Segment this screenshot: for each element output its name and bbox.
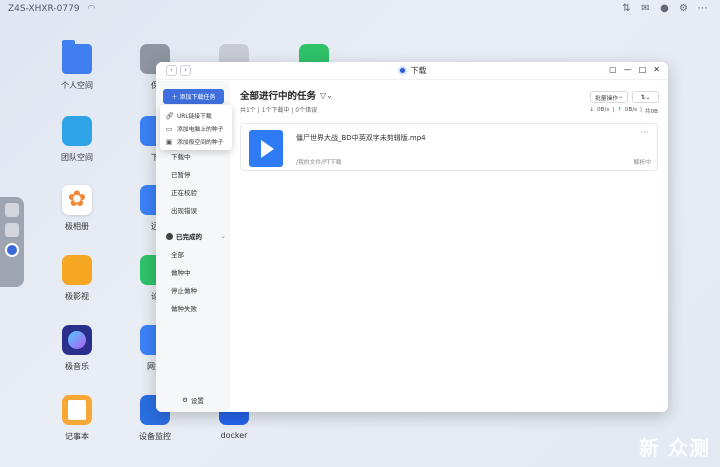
- back-button[interactable]: ‹: [166, 65, 177, 76]
- filter-icon[interactable]: ▽⌄: [320, 91, 333, 100]
- total-size: 共0B: [645, 109, 658, 115]
- message-icon[interactable]: ✉: [640, 3, 651, 14]
- main-title-row: 全部进行中的任务 ▽⌄: [240, 88, 333, 103]
- batch-label: 批量操作: [594, 95, 619, 102]
- app-team-space[interactable]: 团队空间: [42, 116, 112, 163]
- chevron-down-icon: ⌄: [220, 232, 226, 240]
- app-label: 极音乐: [65, 362, 89, 371]
- add-task-dropdown: 🔗︎ URL链接下载 ▭ 添加电脑上的种子 ▣ 添加极空间的种子: [160, 105, 232, 150]
- main-panel: 全部进行中的任务 ▽⌄ 共1个 | 1个下载中 | 0个错误 批量操作 ⌄ ⇅⌄…: [230, 81, 668, 412]
- window-title-wrap: 下载: [397, 65, 427, 76]
- forward-button[interactable]: ›: [180, 65, 191, 76]
- download-speed: 0B/s: [597, 107, 610, 113]
- task-file-path: /我的文件/PT下载: [296, 160, 342, 166]
- gear-icon: ⚙: [182, 396, 188, 404]
- computer-icon: ▭: [165, 124, 173, 133]
- music-icon: [62, 325, 92, 355]
- watermark: 新 众测: [639, 436, 710, 460]
- user-icon[interactable]: ●: [659, 3, 670, 14]
- left-dock: [0, 197, 24, 287]
- app-video[interactable]: 极影视: [42, 255, 112, 302]
- transfer-icon[interactable]: ⇅: [621, 3, 632, 14]
- window-title: 下载: [410, 66, 427, 75]
- window-controls: ▢ — □ ✕: [609, 65, 660, 74]
- top-icons: ⇅ ✉ ● ⚙ ⋯: [621, 3, 708, 14]
- window-titlebar: ‹ › 下载 ▢ — □ ✕: [156, 62, 668, 80]
- sidebar-completed-header[interactable]: 已完成的 ⌄: [166, 231, 226, 241]
- task-file-name: 僵尸世界大战_BD中英双字未剪辑版.mp4: [296, 134, 426, 142]
- dock-apps-icon[interactable]: [5, 223, 19, 237]
- page-title: 全部进行中的任务: [240, 91, 317, 102]
- batch-operation-button[interactable]: 批量操作 ⌄: [590, 91, 628, 103]
- sidebar-item-downloading[interactable]: 下载中: [171, 151, 191, 161]
- completed-header-label: 已完成的: [176, 233, 202, 241]
- link-icon: 🔗︎: [165, 111, 174, 120]
- task-card[interactable]: 僵尸世界大战_BD中英双字未剪辑版.mp4 /我的文件/PT下载 解析中 ⋯: [240, 123, 658, 171]
- more-icon[interactable]: ⋯: [697, 3, 708, 14]
- dock-desktop-icon[interactable]: [5, 203, 19, 217]
- top-bar: Z4S-XHXR-0779 ◠ ⇅ ✉ ● ⚙ ⋯: [0, 0, 720, 18]
- settings-icon[interactable]: ⚙: [678, 3, 689, 14]
- close-button[interactable]: ✕: [653, 65, 660, 74]
- sidebar-item-error[interactable]: 出现错误: [171, 205, 197, 215]
- settings-label: 设置: [190, 397, 204, 405]
- sidebar-item-seeding[interactable]: 做种中: [171, 267, 191, 277]
- download-logo-icon: [397, 66, 407, 75]
- app-label: 极相册: [65, 222, 89, 231]
- dock-download-icon[interactable]: [5, 243, 19, 257]
- video-file-icon: [249, 130, 283, 167]
- storage-icon: ▣: [165, 137, 173, 146]
- app-notepad[interactable]: 记事本: [42, 395, 112, 442]
- sidebar-item-seed-failed[interactable]: 做种失败: [171, 303, 197, 313]
- folder-icon: [62, 40, 92, 74]
- plus-icon: ＋: [171, 94, 178, 101]
- minimize-button[interactable]: —: [624, 65, 632, 74]
- sidebar-item-stop-seeding[interactable]: 停止做种: [171, 285, 197, 295]
- menu-item-label: 添加极空间的种子: [177, 140, 224, 146]
- app-label: 团队空间: [61, 153, 93, 162]
- device-name: Z4S-XHXR-0779: [8, 4, 80, 14]
- app-music[interactable]: 极音乐: [42, 325, 112, 372]
- sidebar-item-paused[interactable]: 已暂停: [171, 169, 191, 179]
- upload-arrow-icon: ↑: [617, 107, 622, 113]
- chevron-down-icon: ⌄: [618, 94, 624, 100]
- menu-item-label: 添加电脑上的种子: [177, 127, 224, 133]
- sort-button[interactable]: ⇅⌄: [632, 91, 659, 103]
- app-personal-space[interactable]: 个人空间: [42, 40, 112, 91]
- team-icon: [62, 116, 92, 146]
- menu-item-local-torrent[interactable]: ▭ 添加电脑上的种子: [160, 122, 232, 135]
- app-label: 设备监控: [139, 432, 171, 441]
- download-window: ‹ › 下载 ▢ — □ ✕ ＋ 添加下载任务 下载中 已暂停 正在校验 出现错…: [156, 62, 668, 412]
- app-label: 极影视: [65, 292, 89, 301]
- video-icon: [62, 255, 92, 285]
- sort-icon: ⇅⌄: [640, 93, 651, 101]
- sidebar-item-all[interactable]: 全部: [171, 249, 184, 259]
- maximize-button[interactable]: □: [639, 65, 647, 74]
- add-download-button[interactable]: ＋ 添加下载任务: [163, 89, 224, 104]
- menu-item-label: URL链接下载: [177, 114, 212, 120]
- settings-button[interactable]: ⚙ 设置: [182, 395, 204, 405]
- window-nav: ‹ ›: [166, 65, 191, 76]
- more-options-icon[interactable]: ⋯: [640, 128, 649, 138]
- app-label: 个人空间: [61, 81, 93, 90]
- app-label: 记事本: [65, 432, 89, 441]
- sidebar-item-verifying[interactable]: 正在校验: [171, 187, 197, 197]
- download-arrow-icon: ↓: [589, 107, 595, 113]
- check-circle-icon: [166, 232, 173, 240]
- menu-item-url-download[interactable]: 🔗︎ URL链接下载: [160, 109, 232, 122]
- speed-indicator: ↓ 0B/s | ↑ 0B/s | 共0B: [589, 107, 658, 115]
- app-photos[interactable]: 极相册: [42, 185, 112, 232]
- task-summary: 共1个 | 1个下载中 | 0个错误: [240, 107, 318, 114]
- notepad-icon: [62, 395, 92, 425]
- task-status: 解析中: [633, 160, 651, 166]
- photos-icon: [62, 185, 92, 215]
- pin-button[interactable]: ▢: [609, 65, 617, 74]
- add-download-label: 添加下载任务: [179, 94, 216, 101]
- app-label: docker: [220, 431, 248, 440]
- wifi-icon: ◠: [87, 4, 96, 14]
- upload-speed: 0B/s: [624, 107, 638, 113]
- menu-item-nas-torrent[interactable]: ▣ 添加极空间的种子: [160, 135, 232, 148]
